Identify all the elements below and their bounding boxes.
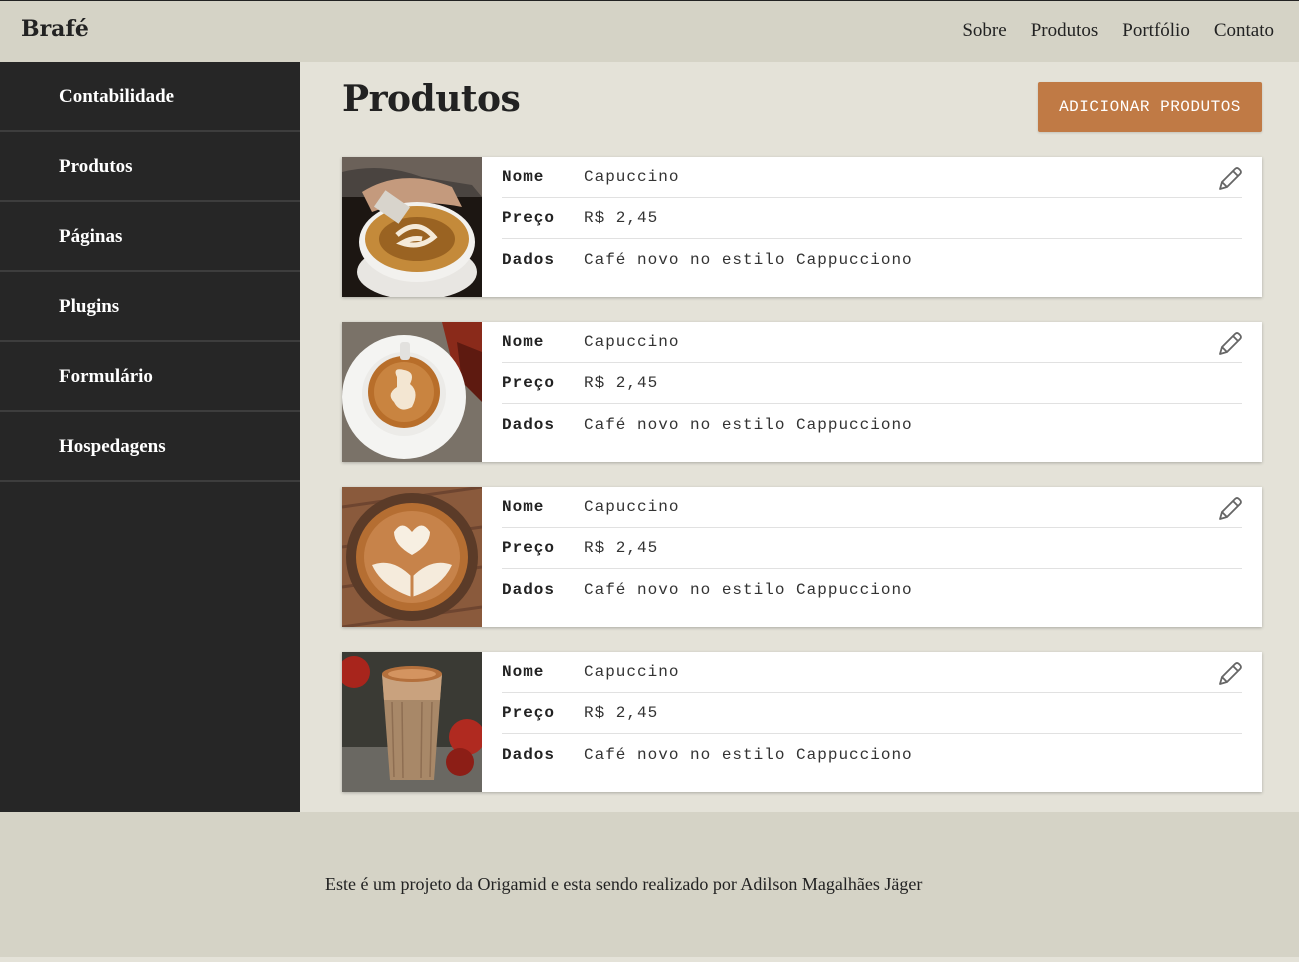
product-data-value: Café novo no estilo Cappucciono	[584, 415, 913, 434]
sidebar-item-paginas[interactable]: Páginas	[0, 202, 300, 272]
sidebar-item-contabilidade[interactable]: Contabilidade	[0, 62, 300, 132]
product-name-row: Nome Capuccino	[502, 322, 1242, 363]
product-name-value: Capuccino	[584, 333, 680, 351]
product-name-row: Nome Capuccino	[502, 487, 1242, 528]
edit-pencil-icon[interactable]	[1216, 330, 1244, 358]
footer: Este é um projeto da Origamid e esta sen…	[0, 812, 1299, 957]
product-price-value: R$ 2,45	[584, 209, 659, 227]
product-details: Nome Capuccino Preço R$ 2,45 Dados Café …	[502, 487, 1242, 610]
nav-link-produtos[interactable]: Produtos	[1031, 20, 1099, 42]
product-data-value: Café novo no estilo Cappucciono	[584, 580, 913, 599]
product-name-label: Nome	[502, 498, 545, 516]
product-price-value: R$ 2,45	[584, 374, 659, 392]
product-data-row: Dados Café novo no estilo Cappucciono	[502, 569, 1242, 610]
product-name-label: Nome	[502, 663, 545, 681]
product-name-row: Nome Capuccino	[502, 652, 1242, 693]
edit-pencil-icon[interactable]	[1216, 165, 1244, 193]
product-data-row: Dados Café novo no estilo Cappucciono	[502, 239, 1242, 280]
product-price-value: R$ 2,45	[584, 539, 659, 557]
add-products-button[interactable]: ADICIONAR PRODUTOS	[1038, 82, 1262, 132]
product-details: Nome Capuccino Preço R$ 2,45 Dados Café …	[502, 652, 1242, 775]
sidebar-item-formulario[interactable]: Formulário	[0, 342, 300, 412]
nav-link-sobre[interactable]: Sobre	[962, 20, 1006, 42]
sidebar-item-hospedagens[interactable]: Hospedagens	[0, 412, 300, 482]
product-price-row: Preço R$ 2,45	[502, 198, 1242, 239]
product-price-row: Preço R$ 2,45	[502, 363, 1242, 404]
product-image-latte-pour	[342, 157, 482, 297]
footer-text: Este é um projeto da Origamid e esta sen…	[325, 874, 923, 894]
product-details: Nome Capuccino Preço R$ 2,45 Dados Café …	[502, 322, 1242, 445]
product-card: Nome Capuccino Preço R$ 2,45 Dados Café …	[342, 487, 1262, 627]
product-card: Nome Capuccino Preço R$ 2,45 Dados Café …	[342, 157, 1262, 297]
product-data-row: Dados Café novo no estilo Cappucciono	[502, 404, 1242, 445]
product-price-row: Preço R$ 2,45	[502, 528, 1242, 569]
product-price-label: Preço	[502, 539, 556, 557]
product-price-label: Preço	[502, 209, 556, 227]
sidebar-item-produtos[interactable]: Produtos	[0, 132, 300, 202]
product-name-value: Capuccino	[584, 663, 680, 681]
sidebar-item-plugins[interactable]: Plugins	[0, 272, 300, 342]
product-price-label: Preço	[502, 704, 556, 722]
product-name-row: Nome Capuccino	[502, 157, 1242, 198]
product-name-label: Nome	[502, 333, 545, 351]
main-content: Produtos ADICIONAR PRODUTOS Nome Capucci…	[300, 62, 1299, 812]
nav-link-contato[interactable]: Contato	[1214, 20, 1274, 42]
product-price-value: R$ 2,45	[584, 704, 659, 722]
product-data-label: Dados	[502, 745, 556, 764]
product-price-label: Preço	[502, 374, 556, 392]
product-name-value: Capuccino	[584, 498, 680, 516]
product-data-label: Dados	[502, 250, 556, 269]
top-nav: Sobre Produtos Portfólio Contato	[962, 20, 1274, 42]
product-data-value: Café novo no estilo Cappucciono	[584, 745, 913, 764]
product-card: Nome Capuccino Preço R$ 2,45 Dados Café …	[342, 652, 1262, 792]
page-title: Produtos	[342, 78, 521, 120]
product-price-row: Preço R$ 2,45	[502, 693, 1242, 734]
edit-pencil-icon[interactable]	[1216, 660, 1244, 688]
product-data-row: Dados Café novo no estilo Cappucciono	[502, 734, 1242, 775]
product-name-label: Nome	[502, 168, 545, 186]
top-header: Brafé Sobre Produtos Portfólio Contato	[0, 0, 1299, 62]
edit-pencil-icon[interactable]	[1216, 495, 1244, 523]
nav-link-portfolio[interactable]: Portfólio	[1122, 20, 1190, 42]
product-image-latte-heart-wood	[342, 487, 482, 627]
product-card: Nome Capuccino Preço R$ 2,45 Dados Café …	[342, 322, 1262, 462]
product-image-latte-glass	[342, 652, 482, 792]
sidebar: Contabilidade Produtos Páginas Plugins F…	[0, 62, 300, 812]
product-data-label: Dados	[502, 415, 556, 434]
product-data-value: Café novo no estilo Cappucciono	[584, 250, 913, 269]
product-details: Nome Capuccino Preço R$ 2,45 Dados Café …	[502, 157, 1242, 280]
logo[interactable]: Brafé	[21, 16, 89, 42]
product-name-value: Capuccino	[584, 168, 680, 186]
product-image-latte-art-saucer	[342, 322, 482, 462]
product-data-label: Dados	[502, 580, 556, 599]
